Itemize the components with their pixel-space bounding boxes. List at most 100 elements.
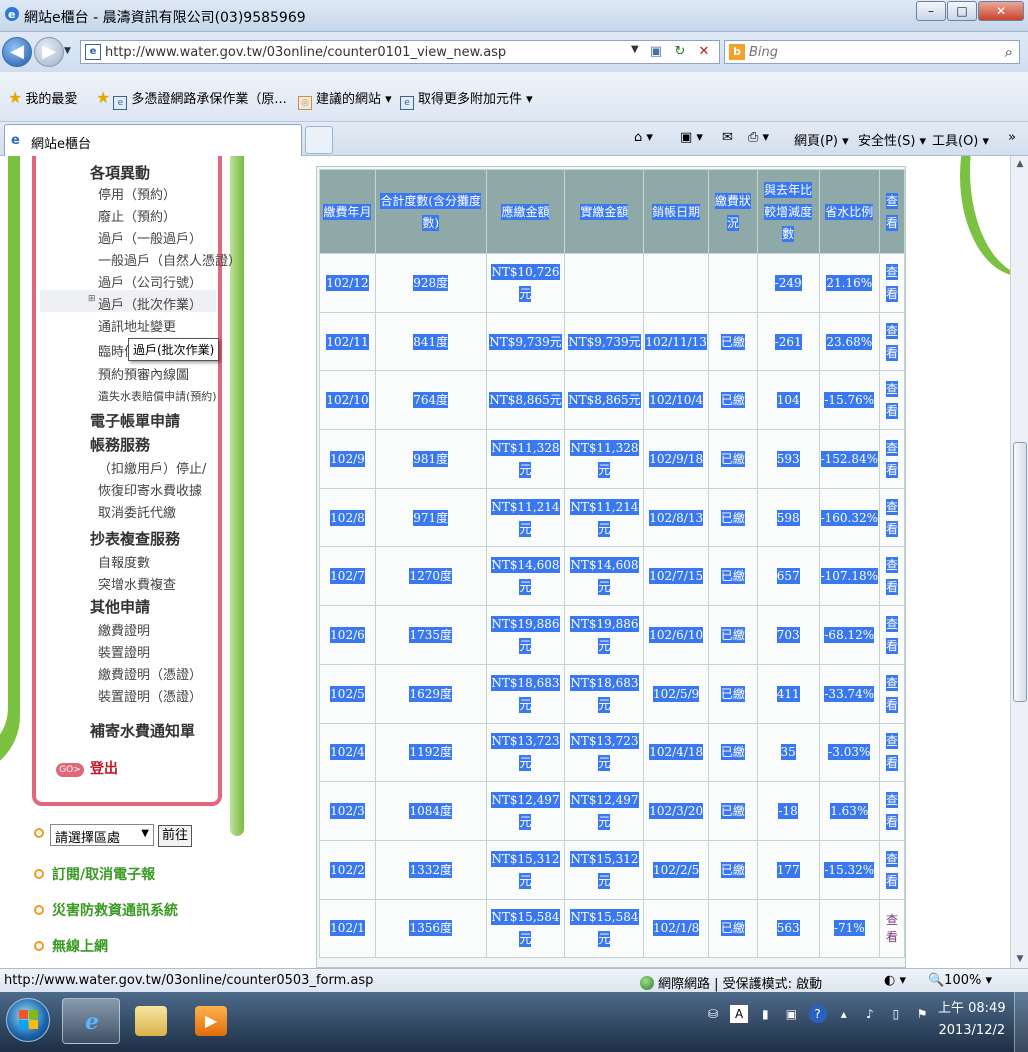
view-link[interactable]: 查看 — [886, 557, 899, 596]
get-addons-button[interactable]: e 取得更多附加元件 ▾ — [400, 88, 533, 110]
region-select[interactable]: 請選擇區處 ▼ — [50, 824, 154, 846]
table-cell-col-view[interactable]: 查看 — [879, 839, 905, 900]
security-zone[interactable]: 網際網路 | 受保護模式: 啟動 — [640, 973, 822, 992]
favorites-item[interactable]: ★ e 多憑證網路承保作業（原... — [96, 88, 287, 110]
newsletter-link[interactable]: 訂閱/取消電子報 — [34, 864, 155, 884]
menu-item-cancel-autopay[interactable]: 取消委託代繳 — [98, 502, 176, 521]
action-center-flag-icon[interactable]: ⚑ — [913, 1005, 931, 1023]
table-cell-col-view[interactable]: 查看 — [879, 311, 905, 372]
menu-item-install-proof-cert[interactable]: 裝置證明（憑證） — [98, 686, 202, 705]
search-icon[interactable]: ⌕ — [1005, 43, 1013, 61]
menu-item-transfer-batch[interactable]: 過戶（批次作業） — [98, 294, 202, 313]
home-button[interactable]: ⌂ ▾ — [634, 130, 653, 145]
table-cell-col-view[interactable]: 查看 — [879, 253, 905, 313]
table-cell-col-view[interactable]: 查看 — [879, 546, 905, 607]
maximize-button[interactable]: □ — [947, 1, 977, 21]
table-cell-col-view[interactable]: 查看 — [879, 722, 905, 783]
table-cell-col-view[interactable]: 查看 — [879, 898, 905, 959]
input-mode-icon[interactable]: A — [730, 1005, 749, 1023]
menu-heading-ebill[interactable]: 電子帳單申請 — [90, 410, 180, 431]
menu-item-surge-review[interactable]: 突增水費複查 — [98, 574, 176, 593]
taskbar-ie-button[interactable]: e — [62, 998, 120, 1044]
url-dropdown-icon[interactable]: ▼ — [631, 44, 639, 55]
url-text[interactable]: http://www.water.gov.tw/03online/counter… — [105, 45, 506, 60]
clock[interactable]: 上午 08:49 2013/12/2 — [938, 998, 1006, 1042]
search-box[interactable]: b ⌕ — [724, 40, 1020, 64]
view-link[interactable]: 查看 — [886, 615, 899, 654]
more-commands-icon[interactable]: » — [1008, 130, 1016, 145]
favorites-button[interactable]: ★ 我的最愛 — [8, 88, 77, 107]
view-link[interactable]: 查看 — [886, 733, 899, 772]
zoom-level[interactable]: 🔍100% ▾ — [928, 973, 992, 988]
show-hidden-icons[interactable]: ▴ — [835, 1005, 853, 1023]
wifi-link[interactable]: 無線上網 — [34, 936, 108, 956]
menu-item-payment-proof[interactable]: 繳費證明 — [98, 620, 150, 639]
new-tab-button[interactable] — [305, 126, 333, 154]
address-bar[interactable]: e http://www.water.gov.tw/03online/count… — [80, 40, 720, 64]
view-link[interactable]: 查看 — [886, 439, 899, 478]
menu-item-stop-receipt[interactable]: （扣繳用戶）停止/ — [98, 458, 206, 477]
history-dropdown-icon[interactable]: ▼ — [64, 46, 71, 56]
search-input[interactable] — [749, 43, 989, 61]
view-link[interactable]: 查看 — [886, 263, 899, 302]
view-link[interactable]: 查看 — [886, 381, 899, 420]
minimize-button[interactable]: – — [916, 1, 946, 21]
table-cell-col-view[interactable]: 查看 — [879, 429, 905, 489]
menu-item-suspend[interactable]: 停用（預約） — [98, 184, 176, 203]
suggested-sites-button[interactable]: ◎ 建議的網站 ▾ — [298, 88, 392, 110]
taskbar-media-button[interactable]: ▶ — [182, 998, 240, 1044]
table-cell-col-view[interactable]: 查看 — [879, 487, 905, 548]
help-icon[interactable]: ? — [808, 1005, 827, 1023]
menu-item-resume-receipt[interactable]: 恢復印寄水費收據 — [98, 480, 202, 499]
start-button[interactable] — [6, 998, 50, 1042]
fullwidth-icon[interactable]: ▮ — [756, 1005, 774, 1023]
forward-button[interactable]: ▶ — [34, 37, 64, 67]
vertical-scrollbar[interactable]: ▲ ▼ — [1010, 156, 1028, 968]
view-link[interactable]: 查看 — [886, 792, 899, 831]
scroll-down-icon[interactable]: ▼ — [1012, 951, 1028, 968]
menu-item-transfer-general[interactable]: 過戶（一般過戶） — [98, 228, 202, 247]
tools-menu[interactable]: 工具(O) ▾ — [932, 130, 989, 149]
disaster-system-link[interactable]: 災害防救資通訊系統 — [34, 900, 178, 920]
logout-link[interactable]: GO> 登出 — [56, 758, 118, 778]
protected-mode-icon[interactable]: ◐ ▾ — [884, 973, 906, 988]
view-link[interactable]: 查看 — [886, 322, 899, 361]
taskbar-explorer-button[interactable] — [122, 998, 180, 1044]
scroll-up-icon[interactable]: ▲ — [1012, 156, 1028, 173]
table-cell-col-view[interactable]: 查看 — [879, 663, 905, 724]
ime-icon[interactable]: ⛁ — [704, 1005, 722, 1023]
back-button[interactable]: ◀ — [2, 37, 32, 67]
menu-item-self-report[interactable]: 自報度數 — [98, 552, 150, 571]
stop-icon[interactable]: ✕ — [695, 43, 713, 61]
compat-view-icon[interactable]: ▣ — [647, 43, 665, 61]
view-link[interactable]: 查看 — [886, 498, 899, 537]
menu-item-address-change[interactable]: 通訊地址變更 — [98, 316, 176, 335]
menu-item-transfer-company[interactable]: 過戶（公司行號） — [98, 272, 202, 291]
view-link[interactable]: 查看 — [886, 850, 899, 889]
view-link[interactable]: 查看 — [886, 913, 898, 944]
menu-item-transfer-certificate[interactable]: 一般過戶（自然人憑證） — [98, 250, 241, 269]
close-window-button[interactable]: ✕ — [978, 1, 1024, 21]
table-cell-col-view[interactable]: 查看 — [879, 370, 905, 431]
volume-icon[interactable]: ♪ — [861, 1005, 879, 1023]
table-cell-col-view[interactable]: 查看 — [879, 781, 905, 841]
table-cell-col-view[interactable]: 查看 — [879, 605, 905, 665]
menu-item-install-proof[interactable]: 裝置證明 — [98, 642, 150, 661]
safety-menu[interactable]: 安全性(S) ▾ — [858, 130, 926, 149]
print-button[interactable]: ⎙ ▾ — [748, 130, 769, 145]
menu-item-prereview[interactable]: 預約預審內線圖 — [98, 364, 189, 383]
menu-heading-reissue-notice[interactable]: 補寄水費通知單 — [90, 720, 195, 741]
menu-item-payment-proof-cert[interactable]: 繳費證明（憑證） — [98, 664, 202, 683]
scroll-thumb[interactable] — [1013, 442, 1027, 702]
mail-button[interactable]: ✉ — [722, 130, 733, 145]
show-desktop-button[interactable] — [1014, 992, 1028, 1052]
tab-active[interactable]: e 網站e櫃台 — [4, 124, 302, 156]
menu-item-abolish[interactable]: 廢止（預約） — [98, 206, 176, 225]
network-icon[interactable]: ▯ — [887, 1005, 905, 1023]
keyboard-icon[interactable]: ▣ — [782, 1005, 800, 1023]
go-button[interactable]: 前往 — [158, 825, 192, 847]
menu-item-meter-loss[interactable]: 遺失水表賠償申請(預約) — [98, 388, 217, 404]
view-link[interactable]: 查看 — [886, 674, 899, 713]
page-menu[interactable]: 網頁(P) ▾ — [794, 130, 849, 149]
refresh-icon[interactable]: ↻ — [671, 43, 689, 61]
